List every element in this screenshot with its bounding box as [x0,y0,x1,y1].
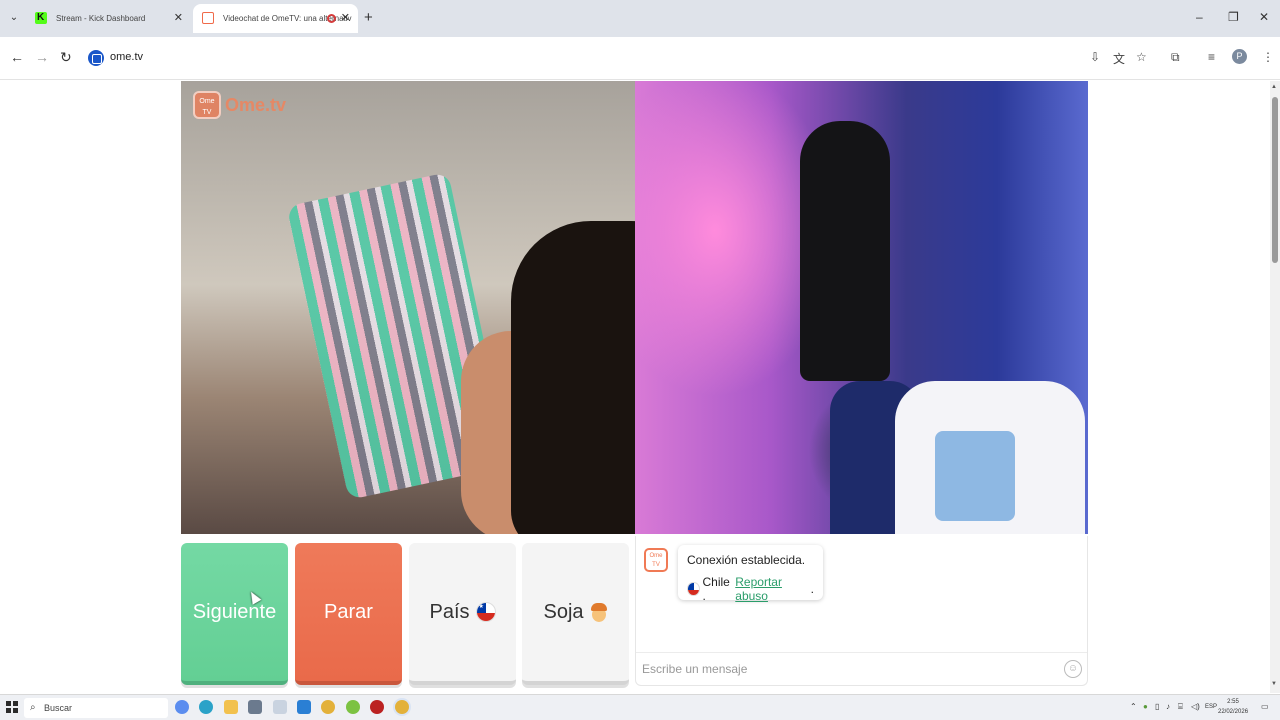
stop-button[interactable]: Parar [295,543,402,685]
emoji-icon[interactable]: ☺ [1064,660,1082,678]
boy-emoji-icon [590,602,608,622]
clock-time: 2:55 [1227,699,1239,705]
chat-panel: Ome TV Conexión establecida. Chile . Rep… [635,536,1088,686]
app-icon[interactable] [370,700,384,714]
local-video [635,81,1088,534]
minimize-icon[interactable]: – [1196,10,1203,24]
partner-country: Chile . [702,575,730,603]
gender-label: Soja [543,600,584,623]
url-text: ome.tv [110,51,144,63]
tab-title: Stream - Kick Dashboard [56,14,146,23]
restore-icon[interactable]: ❐ [1228,10,1239,24]
country-button[interactable]: País ★ [409,543,516,685]
file-explorer-icon[interactable] [224,700,238,714]
chrome-icon[interactable] [395,700,409,714]
windows-start-icon[interactable] [6,701,18,713]
message-input[interactable] [642,662,1042,676]
media-icon[interactable]: ≡ [1208,50,1215,64]
browser-toolbar: ← → ↻ ome.tv ⇩ 文 ☆ ⧉ ≡ P ⋮ [0,37,1280,80]
browser-tab-strip: ⌄ Stream - Kick Dashboard ✕ Videochat de… [0,0,1280,37]
connection-status: Conexión establecida. [687,553,806,567]
chrome-icon[interactable] [321,700,335,714]
copilot-icon[interactable] [175,700,189,714]
kick-favicon-icon [35,4,47,32]
scroll-up-icon[interactable]: ▲ [1271,84,1277,90]
install-icon[interactable]: ⇩ [1090,50,1100,64]
ometv-logo-icon: Ome TV [193,91,221,119]
translate-icon[interactable]: 文 [1113,50,1125,67]
next-label: Siguiente [192,600,277,623]
app-icon[interactable] [346,700,360,714]
close-icon[interactable]: ✕ [174,4,183,33]
tab-search-icon[interactable]: ⌄ [6,10,22,26]
site-info-icon[interactable] [88,50,104,66]
report-abuse-link[interactable]: Reportar abuso [735,575,807,603]
page-scrollbar[interactable]: ▲ ▼ [1270,81,1280,693]
stop-label: Parar [324,600,373,623]
chile-flag-icon: ★ [475,602,496,622]
volume-icon[interactable]: ◁) [1191,702,1200,711]
tray-icon[interactable]: ● [1143,702,1148,711]
tray-icon[interactable]: ▯ [1155,702,1159,711]
ometv-favicon-icon [202,12,214,24]
windows-taskbar: ⌕ Buscar ⌃ ● ▯ ♪ ⌸ ◁) ESP 2:55 22/02/202… [0,694,1280,720]
notification-icon[interactable]: ▭ [1261,702,1269,711]
clock[interactable]: 2:55 22/02/2026 [1218,697,1248,717]
chat-input-row: ☺ [636,652,1087,686]
plus-icon[interactable]: + [364,9,373,26]
ometv-logo-icon: Ome TV [644,548,668,572]
language-indicator[interactable]: ESP [1205,704,1217,710]
video-content [895,381,1085,534]
extensions-icon[interactable]: ⧉ [1171,50,1180,65]
video-content [800,121,890,381]
scrollbar-thumb[interactable] [1272,97,1278,263]
recording-icon [327,14,336,23]
vscode-icon[interactable] [297,700,311,714]
menu-icon[interactable]: ⋮ [1262,50,1274,64]
address-bar[interactable]: ome.tv [84,44,1084,72]
taskbar-search-label: Buscar [44,703,73,713]
report-suffix: . [810,582,814,596]
app-icon[interactable] [273,700,287,714]
next-button[interactable]: Siguiente [181,543,288,685]
network-icon[interactable]: ⌸ [1178,702,1183,712]
avatar[interactable]: P [1232,49,1247,64]
reload-icon[interactable]: ↻ [60,49,72,66]
scroll-down-icon[interactable]: ▼ [1271,681,1277,687]
video-content [511,221,635,534]
gender-button[interactable]: Soja [522,543,629,685]
remote-video: Ome TV Ome.tv [181,81,635,534]
back-icon[interactable]: ← [10,49,24,65]
calculator-icon[interactable] [248,700,262,714]
chevron-up-icon[interactable]: ⌃ [1130,702,1137,711]
search-icon: ⌕ [30,702,36,713]
chile-flag-icon [687,582,700,596]
taskbar-search[interactable]: ⌕ Buscar [24,698,168,718]
window-close-icon[interactable]: ✕ [1259,10,1269,24]
country-label: País [429,600,470,623]
close-icon[interactable]: ✕ [341,4,350,33]
ometv-watermark: Ome TV Ome.tv [193,91,286,119]
clock-date: 22/02/2026 [1218,709,1249,715]
tab-kick-dashboard[interactable]: Stream - Kick Dashboard ✕ [26,4,191,33]
forward-icon[interactable]: → [35,49,49,65]
tab-ometv[interactable]: Videochat de OmeTV: una alternativ ✕ [193,4,358,33]
watermark-text: Ome.tv [225,94,287,115]
edge-icon[interactable] [199,700,213,714]
star-icon[interactable]: ☆ [1136,50,1147,64]
system-message: Conexión establecida. Chile . Reportar a… [678,545,823,603]
microphone-icon[interactable]: ♪ [1166,702,1170,711]
